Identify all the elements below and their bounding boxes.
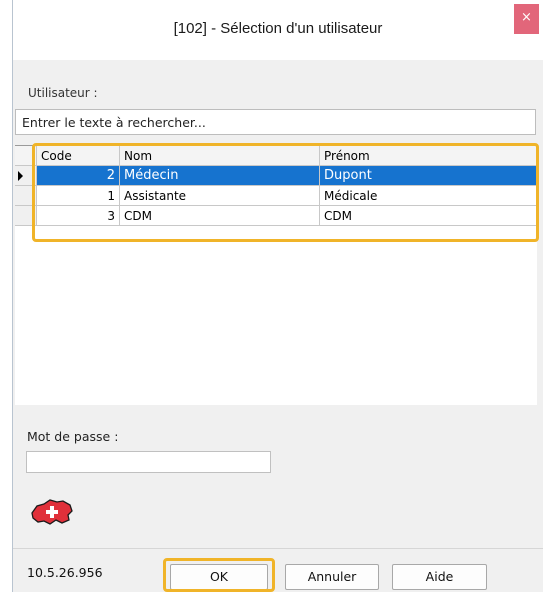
row-pointer-icon (18, 171, 23, 181)
column-header-nom[interactable]: Nom (120, 146, 320, 166)
footer-separator (13, 548, 543, 549)
cell-prenom: Médicale (320, 186, 537, 206)
table-row[interactable]: 1 Assistante Médicale (15, 186, 537, 206)
grid-header-row: Code Nom Prénom (15, 146, 537, 166)
column-header-prenom[interactable]: Prénom (320, 146, 537, 166)
row-indicator-cell (15, 186, 37, 206)
password-label: Mot de passe : (27, 429, 119, 444)
cell-code: 1 (37, 186, 120, 206)
column-header-code[interactable]: Code (37, 146, 120, 166)
version-label: 10.5.26.956 (27, 565, 103, 580)
ok-button[interactable]: OK (170, 564, 268, 590)
user-label: Utilisateur : (28, 86, 98, 100)
close-icon: × (521, 10, 532, 25)
password-field[interactable] (26, 451, 271, 473)
window-title: [102] - Sélection d'un utilisateur (173, 20, 383, 37)
cell-nom: Assistante (120, 186, 320, 206)
help-button[interactable]: Aide (392, 564, 487, 590)
close-button[interactable]: × (514, 4, 539, 34)
header-indicator-cell (15, 146, 37, 166)
cell-prenom: CDM (320, 206, 537, 226)
user-selection-dialog: [102] - Sélection d'un utilisateur × Uti… (12, 0, 543, 592)
cell-code: 3 (37, 206, 120, 226)
cell-prenom: Dupont (320, 166, 537, 186)
user-grid: Code Nom Prénom 2 Médecin Dupont 1 Assis… (15, 145, 537, 405)
title-bar: [102] - Sélection d'un utilisateur × (13, 0, 543, 60)
table-row[interactable]: 2 Médecin Dupont (15, 166, 537, 186)
row-indicator-cell (15, 166, 37, 186)
search-input[interactable]: Entrer le texte à rechercher... (15, 109, 536, 135)
table-row[interactable]: 3 CDM CDM (15, 206, 537, 226)
row-indicator-cell (15, 206, 37, 226)
cell-nom: Médecin (120, 166, 320, 186)
cell-nom: CDM (120, 206, 320, 226)
switzerland-map-icon (31, 499, 73, 525)
cell-code: 2 (37, 166, 120, 186)
cancel-button[interactable]: Annuler (285, 564, 379, 590)
